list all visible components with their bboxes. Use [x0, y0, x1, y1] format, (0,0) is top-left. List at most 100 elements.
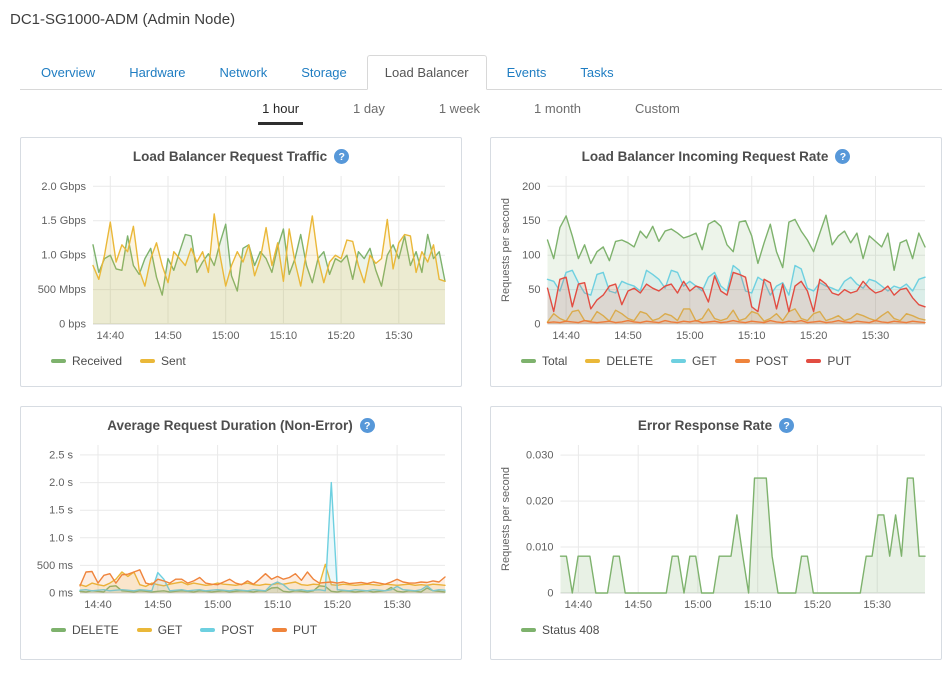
- series-fill-put: [80, 570, 445, 593]
- svg-text:15:10: 15:10: [270, 330, 298, 342]
- tab-network[interactable]: Network: [206, 56, 282, 89]
- svg-text:14:40: 14:40: [97, 330, 125, 342]
- svg-text:0.030: 0.030: [526, 450, 554, 462]
- legend-item-status-408[interactable]: Status 408: [521, 623, 599, 637]
- panel-load-balancer-incoming-request-rate: Load Balancer Incoming Request Rate?2001…: [490, 137, 942, 387]
- svg-text:14:40: 14:40: [84, 599, 112, 611]
- y-axis-title: Requests per second: [500, 467, 512, 571]
- legend-item-get[interactable]: GET: [671, 354, 717, 368]
- legend: Received Sent: [51, 354, 453, 368]
- legend-swatch: [140, 359, 155, 363]
- legend-swatch: [272, 628, 287, 632]
- svg-text:14:50: 14:50: [614, 330, 642, 342]
- legend-label: Total: [542, 354, 567, 368]
- legend-swatch: [521, 628, 536, 632]
- svg-text:14:50: 14:50: [144, 599, 172, 611]
- panel-title-text: Average Request Duration (Non-Error): [107, 418, 353, 433]
- page: DC1-SG1000-ADM (Admin Node) OverviewHard…: [0, 11, 942, 660]
- svg-text:0: 0: [534, 319, 540, 331]
- help-icon[interactable]: ?: [360, 418, 375, 433]
- svg-text:1.5 Gbps: 1.5 Gbps: [41, 215, 86, 227]
- help-icon[interactable]: ?: [334, 149, 349, 164]
- series-group: [93, 214, 445, 324]
- svg-text:15:30: 15:30: [863, 599, 891, 611]
- svg-text:2.0 Gbps: 2.0 Gbps: [41, 181, 86, 193]
- legend-item-received[interactable]: Received: [51, 354, 122, 368]
- time-range-1-month[interactable]: 1 month: [530, 99, 585, 125]
- svg-text:15:10: 15:10: [264, 599, 292, 611]
- time-range-custom[interactable]: Custom: [631, 99, 684, 125]
- series-group: [561, 478, 926, 593]
- chart-load-balancer-request-traffic[interactable]: 2.0 Gbps1.5 Gbps1.0 Gbps500 Mbps0 bps14:…: [29, 166, 453, 348]
- tab-tasks[interactable]: Tasks: [566, 56, 627, 89]
- tab-events[interactable]: Events: [493, 56, 561, 89]
- legend: Status 408: [521, 623, 933, 637]
- svg-text:15:10: 15:10: [744, 599, 772, 611]
- legend-swatch: [735, 359, 750, 363]
- chart-average-request-duration-non-error[interactable]: 2.5 s2.0 s1.5 s1.0 s500 ms0 ms14:4014:50…: [29, 435, 453, 617]
- tab-storage[interactable]: Storage: [287, 56, 361, 89]
- svg-text:100: 100: [522, 250, 540, 262]
- legend-label: Status 408: [542, 623, 599, 637]
- legend-item-delete[interactable]: DELETE: [51, 623, 119, 637]
- legend-label: Sent: [161, 354, 186, 368]
- time-range-bar: 1 hour 1 day 1 week 1 month Custom: [0, 99, 942, 125]
- legend-swatch: [806, 359, 821, 363]
- svg-text:14:40: 14:40: [552, 330, 580, 342]
- svg-text:150: 150: [522, 215, 540, 227]
- tab-load-balancer[interactable]: Load Balancer: [367, 55, 487, 90]
- y-axis-title: Requests per second: [500, 198, 512, 302]
- svg-text:0 ms: 0 ms: [49, 588, 73, 600]
- svg-text:0.010: 0.010: [526, 542, 554, 554]
- legend-item-put[interactable]: PUT: [272, 623, 317, 637]
- series-group: [548, 215, 926, 324]
- svg-text:15:30: 15:30: [862, 330, 890, 342]
- series-fill-status-408: [561, 478, 926, 593]
- svg-text:15:20: 15:20: [800, 330, 828, 342]
- legend-label: Received: [72, 354, 122, 368]
- legend-item-put[interactable]: PUT: [806, 354, 851, 368]
- legend-swatch: [51, 628, 66, 632]
- legend-item-delete[interactable]: DELETE: [585, 354, 653, 368]
- chart-error-response-rate[interactable]: 0.0300.0200.010014:4014:5015:0015:1015:2…: [499, 435, 933, 617]
- panel-error-response-rate: Error Response Rate?0.0300.0200.010014:4…: [490, 406, 942, 660]
- legend-item-post[interactable]: POST: [200, 623, 254, 637]
- time-range-1-week[interactable]: 1 week: [435, 99, 484, 125]
- help-icon[interactable]: ?: [779, 418, 794, 433]
- svg-text:15:00: 15:00: [684, 599, 712, 611]
- legend-label: PUT: [293, 623, 317, 637]
- legend-item-total[interactable]: Total: [521, 354, 567, 368]
- legend-swatch: [521, 359, 536, 363]
- legend-label: POST: [756, 354, 789, 368]
- svg-text:14:40: 14:40: [565, 599, 593, 611]
- svg-text:15:20: 15:20: [324, 599, 352, 611]
- svg-text:15:30: 15:30: [385, 330, 413, 342]
- legend-item-get[interactable]: GET: [137, 623, 183, 637]
- legend-swatch: [51, 359, 66, 363]
- panel-load-balancer-request-traffic: Load Balancer Request Traffic?2.0 Gbps1.…: [20, 137, 462, 387]
- gridlines: [80, 445, 445, 593]
- legend-item-post[interactable]: POST: [735, 354, 789, 368]
- tab-hardware[interactable]: Hardware: [115, 56, 199, 89]
- svg-text:15:00: 15:00: [204, 599, 232, 611]
- time-range-1-hour[interactable]: 1 hour: [258, 99, 303, 125]
- svg-text:15:30: 15:30: [383, 599, 411, 611]
- help-icon[interactable]: ?: [835, 149, 850, 164]
- time-range-1-day[interactable]: 1 day: [349, 99, 389, 125]
- legend-label: POST: [221, 623, 254, 637]
- legend-item-sent[interactable]: Sent: [140, 354, 186, 368]
- legend: Total DELETE GET POST PUT: [521, 354, 933, 368]
- legend-label: DELETE: [606, 354, 653, 368]
- svg-text:50: 50: [528, 284, 540, 296]
- svg-text:1.5 s: 1.5 s: [49, 505, 73, 517]
- chart-load-balancer-incoming-request-rate[interactable]: 20015010050014:4014:5015:0015:1015:2015:…: [499, 166, 933, 348]
- legend-swatch: [200, 628, 215, 632]
- legend-label: DELETE: [72, 623, 119, 637]
- legend: DELETE GET POST PUT: [51, 623, 453, 637]
- svg-text:15:10: 15:10: [738, 330, 766, 342]
- panel-title-text: Error Response Rate: [638, 418, 772, 433]
- tab-overview[interactable]: Overview: [27, 56, 109, 89]
- panel-title: Average Request Duration (Non-Error)?: [29, 418, 453, 433]
- svg-text:2.0 s: 2.0 s: [49, 477, 73, 489]
- svg-text:15:20: 15:20: [804, 599, 832, 611]
